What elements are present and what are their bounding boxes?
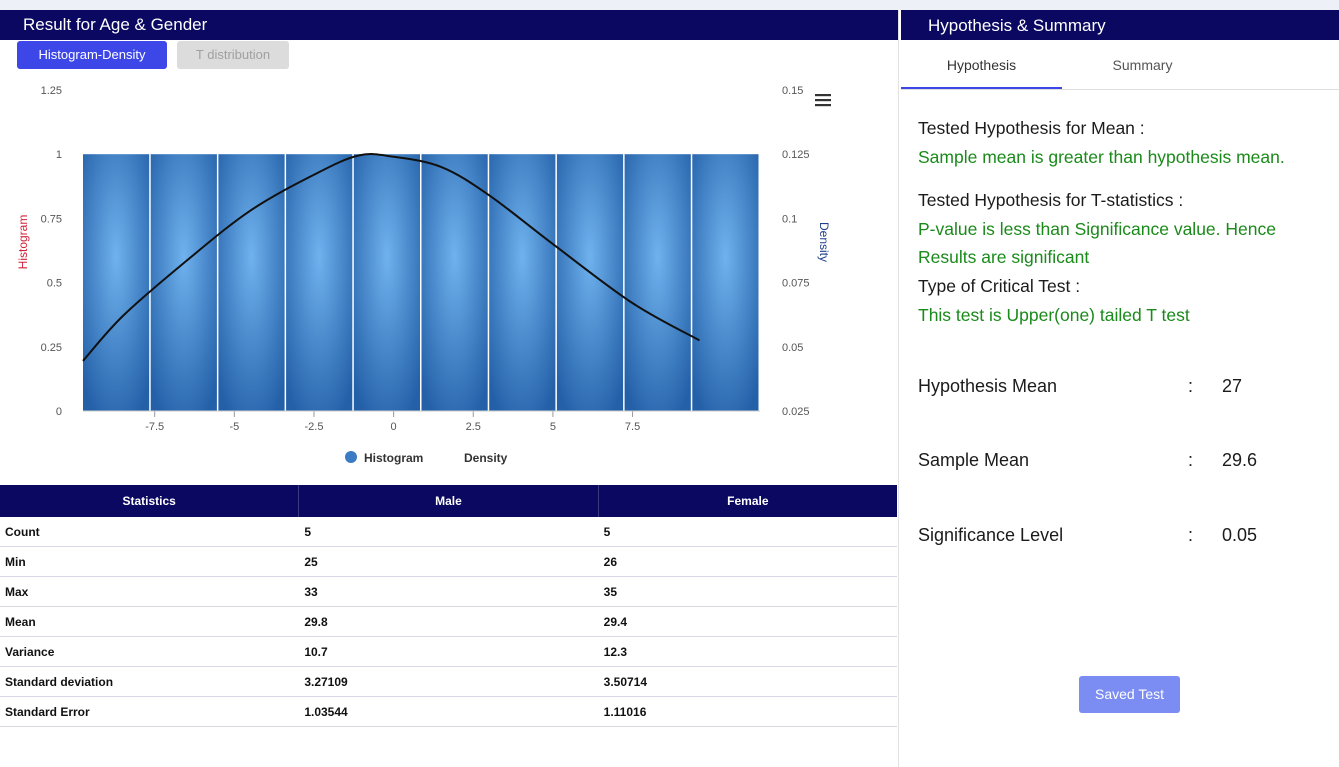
separator: : [1188,525,1194,545]
cell: 25 [304,555,318,569]
cell: 26 [603,555,618,569]
header-male: Male [299,485,599,517]
left-y-tick: 0 [56,406,62,418]
t-hypothesis-result-line1: P-value is less than Significance value.… [918,219,1276,239]
cell: Max [5,585,29,599]
statistics-table: Statistics Male Female Count 5 5 Min 25 26 M… [0,485,897,727]
table-row: Count 5 5 [0,517,897,547]
cell: 3.27109 [304,675,348,689]
x-tick-label: -5 [229,421,239,433]
table-header: Statistics Male Female [0,485,897,517]
table-row: Max 33 35 [0,577,897,607]
separator: : [1188,376,1194,396]
cell: 1.03544 [304,705,348,719]
histogram-bar[interactable] [218,154,285,411]
histogram-bar[interactable] [624,154,691,411]
x-tick-label: 0 [391,421,397,433]
left-y-tick: 1 [56,149,62,161]
menu-icon[interactable] [815,94,831,107]
histogram-bar[interactable] [421,154,488,411]
x-tick-label: -2.5 [304,421,323,433]
hypothesis-panel-title: Hypothesis & Summary [901,10,1339,40]
significance-level-label: Significance Level [918,525,1064,545]
left-y-tick: 0.5 [47,278,62,290]
hypothesis-mean-label: Hypothesis Mean [918,376,1058,396]
sample-mean-label: Sample Mean [918,450,1030,470]
cell: 3.50714 [603,675,648,689]
x-tick-label: 7.5 [625,421,640,433]
t-distribution-button[interactable]: T distribution [177,41,289,69]
t-hypothesis-result-line2: Results are significant [918,247,1090,267]
header-statistics: Statistics [0,485,300,517]
left-axis-label: Histogram [16,215,30,270]
t-hypothesis-title: Tested Hypothesis for T-statistics : [918,190,1184,210]
cell: 5 [304,525,312,539]
legend-density[interactable]: Density [464,451,508,465]
table-row: Standard deviation 3.27109 3.50714 [0,667,897,697]
sample-mean-value: 29.6 [1222,450,1258,470]
cell: 29.4 [603,615,628,629]
table-row: Standard Error 1.03544 1.11016 [0,697,897,727]
significance-level-value: 0.05 [1222,525,1258,545]
histogram-bar[interactable] [83,154,150,411]
tab-summary[interactable]: Summary [1062,40,1223,89]
cell: 12.3 [603,645,628,659]
histogram-bar[interactable] [286,154,353,411]
histogram-bar[interactable] [556,154,624,411]
tab-hypothesis[interactable]: Hypothesis [901,40,1062,89]
header-female: Female [727,494,769,508]
histogram-bar[interactable] [353,154,420,411]
cell: Mean [5,615,36,629]
cell: Standard deviation [5,675,114,689]
cell: 29.8 [304,615,328,629]
cell: Count [5,525,40,539]
left-y-tick: 1.25 [41,85,62,97]
x-tick-label: -7.5 [145,421,164,433]
legend-histogram[interactable]: Histogram [364,451,423,465]
x-tick-label: 5 [550,421,556,433]
cell: Min [5,555,26,569]
histogram-density-button[interactable]: Histogram-Density [17,41,167,69]
hypothesis-tabs: Hypothesis Summary [901,40,1339,90]
saved-test-button[interactable]: Saved Test [1079,676,1180,713]
table-row: Mean 29.8 29.4 [0,607,897,637]
histogram-bar[interactable] [692,154,759,411]
left-y-tick: 0.25 [41,342,62,354]
critical-test-result: This test is Upper(one) tailed T test [918,305,1190,325]
separator: : [1188,450,1194,470]
right-y-tick: 0.025 [782,406,810,418]
mean-hypothesis-result: Sample mean is greater than hypothesis m… [918,147,1285,167]
right-y-tick: 0.075 [782,278,810,290]
table-row: Variance 10.7 12.3 [0,637,897,667]
mean-hypothesis-title: Tested Hypothesis for Mean : [918,118,1145,138]
x-tick-label: 2.5 [466,421,481,433]
hypothesis-mean-value: 27 [1222,376,1243,396]
top-strip [0,0,1339,10]
cell: 35 [603,585,618,599]
cell: 10.7 [304,645,328,659]
cell: 5 [603,525,611,539]
cell: Variance [5,645,55,659]
right-axis-label: Density [817,222,831,262]
right-y-tick: 0.1 [782,213,797,225]
cell: Standard Error [5,705,90,719]
table-row: Min 25 26 [0,547,897,577]
result-panel-title: Result for Age & Gender [0,10,898,40]
right-y-tick: 0.125 [782,149,810,161]
histogram-bar[interactable] [489,154,556,411]
result-panel: Result for Age & Gender Histogram-Densit… [0,10,899,767]
legend-histogram-icon [345,451,357,463]
histogram-density-chart: 0 0.25 0.5 0.75 1 1.25 0.025 0.05 0.075 0.1 0.125 0… [16,85,831,465]
right-y-tick: 0.05 [782,342,803,354]
hypothesis-panel: Hypothesis & Summary Hypothesis Summary … [901,10,1339,767]
left-y-tick: 0.75 [41,213,62,225]
right-y-tick: 0.15 [782,85,803,97]
cell: 1.11016 [603,705,647,719]
chart-type-tabs: Histogram-Density T distribution [17,41,289,69]
hypothesis-content: Tested Hypothesis for Mean : Sample mean… [901,90,1339,329]
cell: 33 [304,585,318,599]
critical-test-title: Type of Critical Test : [918,276,1081,296]
